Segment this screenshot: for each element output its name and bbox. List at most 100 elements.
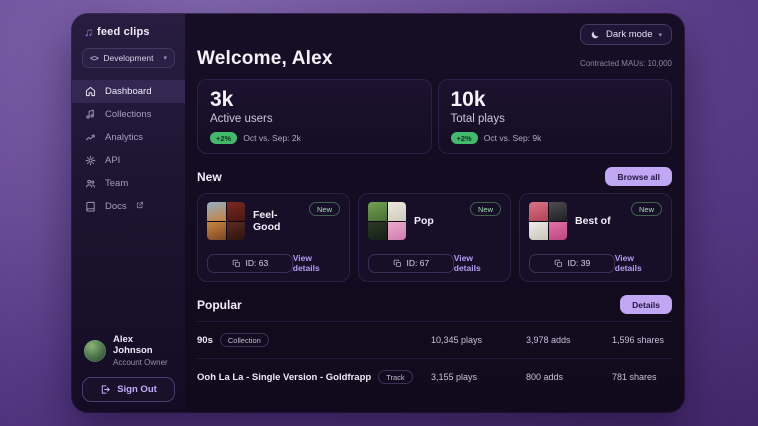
sidebar-item-collections[interactable]: Collections: [72, 103, 185, 126]
chevron-down-icon: ▾: [163, 54, 167, 62]
collection-card-best-of: Best of New Buzzworthy hits & fan-favori…: [519, 193, 672, 282]
sidebar-item-label: Dashboard: [105, 86, 151, 97]
card-id: ID: 39: [568, 258, 591, 268]
people-icon: [85, 178, 96, 189]
card-title: Feel-Good: [253, 209, 301, 233]
page-title: Welcome, Alex: [197, 48, 333, 70]
stat-value: 3k: [210, 89, 419, 111]
view-details-link[interactable]: View details: [615, 253, 662, 273]
popular-table: 90s Collection 10,345 plays 3,978 adds 1…: [197, 321, 672, 395]
welcome-row: Welcome, Alex Contracted MAUs: 10,000: [197, 48, 672, 70]
trend-badge: +2%: [451, 132, 478, 144]
type-badge: Collection: [220, 333, 269, 347]
view-details-link[interactable]: View details: [293, 253, 340, 273]
sidebar-spacer: [72, 218, 185, 334]
sign-out-button[interactable]: Sign Out: [82, 377, 175, 402]
stat-label: Total plays: [451, 113, 660, 125]
card-id: ID: 67: [407, 258, 430, 268]
card-description: Chart-ready hits from top stars: [368, 247, 501, 248]
sidebar-item-team[interactable]: Team: [72, 172, 185, 195]
card-id: ID: 63: [246, 258, 269, 268]
new-section-header: New Browse all: [197, 167, 672, 186]
stat-compare: Oct vs. Sep: 2k: [243, 133, 301, 143]
type-badge: Track: [378, 370, 412, 384]
plays-cell: 3,155 plays: [431, 372, 526, 382]
new-cards-row: Feel-Good New Happy hits that lift your …: [197, 193, 672, 282]
table-row[interactable]: Ooh La La - Single Version - Goldfrapp T…: [197, 358, 672, 395]
shares-cell: 781 shares: [612, 372, 672, 382]
app-logo: ♫ feed clips: [72, 26, 185, 38]
sidebar-item-dashboard[interactable]: Dashboard: [72, 80, 185, 103]
main-content: Dark mode ▾ Welcome, Alex Contracted MAU…: [185, 14, 684, 412]
album-art-grid: [368, 202, 406, 240]
row-title: 90s: [197, 335, 213, 346]
copy-id-button[interactable]: ID: 63: [207, 254, 293, 273]
theme-label: Dark mode: [606, 29, 652, 40]
copy-id-button[interactable]: ID: 67: [368, 254, 454, 273]
sidebar-item-label: Docs: [105, 201, 127, 212]
copy-icon: [232, 259, 241, 268]
topbar: Dark mode ▾: [197, 24, 672, 45]
moon-icon: [590, 30, 600, 40]
sidebar-item-label: Collections: [105, 109, 151, 120]
card-description: Buzzworthy hits & fan-favorite throwback…: [529, 247, 662, 248]
details-button[interactable]: Details: [620, 295, 672, 314]
sidebar-nav: Dashboard Collections Analytics API Team…: [72, 80, 185, 218]
sign-out-label: Sign Out: [117, 384, 157, 395]
stat-label: Active users: [210, 113, 419, 125]
new-badge: New: [309, 202, 340, 216]
stats-row: 3k Active users +2% Oct vs. Sep: 2k 10k …: [197, 79, 672, 154]
environment-label: Development: [103, 53, 153, 63]
card-title: Pop: [414, 215, 462, 227]
sign-out-icon: [100, 384, 111, 395]
avatar: [84, 340, 106, 362]
sidebar-item-label: Team: [105, 178, 128, 189]
section-title: New: [197, 170, 222, 184]
stat-compare: Oct vs. Sep: 9k: [484, 133, 542, 143]
user-profile: Alex Johnson Account Owner: [72, 334, 185, 367]
app-window: ♫ feed clips <> Development ▾ Dashboard …: [72, 14, 684, 412]
adds-cell: 3,978 adds: [526, 335, 612, 345]
user-role: Account Owner: [113, 358, 173, 367]
contracted-maus: Contracted MAUs: 10,000: [580, 59, 672, 70]
album-art-grid: [207, 202, 245, 240]
music-note-icon: [85, 109, 96, 120]
app-logo-text: feed clips: [97, 26, 150, 38]
theme-select[interactable]: Dark mode ▾: [580, 24, 672, 45]
book-icon: [85, 201, 96, 212]
new-badge: New: [470, 202, 501, 216]
adds-cell: 800 adds: [526, 372, 612, 382]
sidebar-item-analytics[interactable]: Analytics: [72, 126, 185, 149]
shares-cell: 1,596 shares: [612, 335, 672, 345]
album-art-grid: [529, 202, 567, 240]
collection-card-feel-good: Feel-Good New Happy hits that lift your …: [197, 193, 350, 282]
copy-id-button[interactable]: ID: 39: [529, 254, 615, 273]
trend-badge: +2%: [210, 132, 237, 144]
sidebar-item-api[interactable]: API: [72, 149, 185, 172]
external-link-icon: [136, 201, 144, 212]
plays-cell: 10,345 plays: [431, 335, 526, 345]
chevron-down-icon: ▾: [658, 31, 662, 39]
browse-all-button[interactable]: Browse all: [605, 167, 672, 186]
popular-section-header: Popular Details: [197, 295, 672, 314]
view-details-link[interactable]: View details: [454, 253, 501, 273]
gear-icon: [85, 155, 96, 166]
code-icon: <>: [90, 54, 98, 63]
stat-value: 10k: [451, 89, 660, 111]
sidebar-item-label: API: [105, 155, 120, 166]
home-icon: [85, 86, 96, 97]
collection-card-pop: Pop New Chart-ready hits from top stars …: [358, 193, 511, 282]
sidebar-item-label: Analytics: [105, 132, 143, 143]
music-note-icon: ♫: [84, 26, 93, 38]
copy-icon: [554, 259, 563, 268]
card-description: Happy hits that lift your mood: [207, 247, 340, 248]
row-title: Ooh La La - Single Version - Goldfrapp: [197, 372, 371, 383]
user-name: Alex Johnson: [113, 334, 173, 356]
stat-card-total-plays: 10k Total plays +2% Oct vs. Sep: 9k: [438, 79, 673, 154]
sidebar-item-docs[interactable]: Docs: [72, 195, 185, 218]
trend-chart-icon: [85, 132, 96, 143]
new-badge: New: [631, 202, 662, 216]
environment-select[interactable]: <> Development ▾: [82, 48, 175, 68]
table-row[interactable]: 90s Collection 10,345 plays 3,978 adds 1…: [197, 321, 672, 358]
sidebar: ♫ feed clips <> Development ▾ Dashboard …: [72, 14, 185, 412]
